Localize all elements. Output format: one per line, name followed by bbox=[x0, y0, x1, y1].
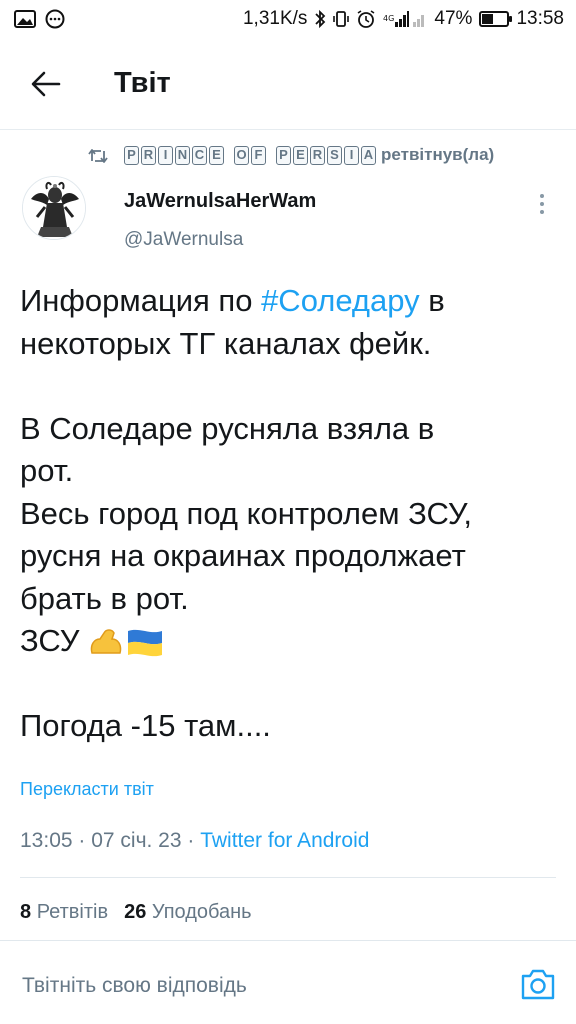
network-speed: 1,31K/s bbox=[242, 8, 308, 29]
app-bar: Твіт bbox=[0, 38, 576, 130]
retweeter-name[interactable]: PRINCEOFPERSIA bbox=[124, 145, 376, 165]
tweet-line: Информация по #Соледару в bbox=[20, 283, 445, 318]
retweeter-name-letter: O bbox=[234, 145, 249, 165]
tweet-line: брать в рот. bbox=[20, 580, 189, 616]
tweet-line: некоторых ТГ каналах фейк. bbox=[20, 325, 432, 361]
dot bbox=[540, 194, 544, 198]
more-options-button[interactable] bbox=[532, 190, 552, 218]
retweeter-name-letter: R bbox=[141, 145, 156, 165]
chat-icon bbox=[44, 9, 66, 29]
retweeter-name-letter: E bbox=[293, 145, 308, 165]
tweet-stats: 8 Ретвітів 26 Уподобань bbox=[20, 901, 252, 924]
clock: 13:58 bbox=[516, 8, 564, 29]
status-bar: 1,31K/s 4G 47% 13:58 bbox=[0, 0, 576, 38]
baphomet-avatar-image bbox=[23, 177, 85, 239]
tweet-line: рот. bbox=[20, 453, 74, 488]
retweeter-name-letter: S bbox=[327, 145, 342, 165]
vibrate-icon bbox=[333, 9, 350, 29]
tweet-line: В Соледаре русняла взяла в bbox=[20, 410, 435, 446]
flexed-biceps-ukraine-flag-emoji bbox=[88, 625, 164, 661]
dot bbox=[540, 202, 544, 206]
tweet-line: ЗСУ bbox=[20, 620, 560, 663]
retweeter-name-space bbox=[226, 146, 232, 165]
battery-percent: 47% bbox=[434, 8, 473, 29]
network-type: 4G bbox=[383, 14, 394, 23]
retweet-suffix: ретвітнув(ла) bbox=[381, 145, 495, 164]
retweeter-name-letter: A bbox=[361, 145, 376, 165]
retweeter-name-letter: I bbox=[158, 145, 173, 165]
retweeter-name-letter: R bbox=[310, 145, 325, 165]
dot bbox=[540, 210, 544, 214]
gallery-icon bbox=[14, 10, 36, 28]
reply-bar: Твітніть свою відповідь bbox=[0, 940, 576, 1024]
signal-icon: 4G bbox=[383, 9, 427, 29]
tweet-line: Весь город под контролем ЗСУ, bbox=[20, 495, 473, 531]
tweet-text: Информация по #Соледару в некоторых ТГ к… bbox=[20, 280, 560, 748]
camera-button[interactable] bbox=[520, 967, 556, 1001]
retweeter-name-letter: E bbox=[209, 145, 224, 165]
reply-input[interactable]: Твітніть свою відповідь bbox=[22, 974, 247, 998]
retweeter-name-letter: C bbox=[192, 145, 207, 165]
retweeter-name-letter: I bbox=[344, 145, 359, 165]
translate-tweet-link[interactable]: Перекласти твіт bbox=[20, 779, 154, 800]
tweet-line: Погода -15 там.... bbox=[20, 708, 271, 743]
tweet-timestamp: 13:05 · 07 січ. 23 · bbox=[20, 829, 201, 852]
page-title: Твіт bbox=[114, 67, 171, 99]
retweets-stat[interactable]: 8 Ретвітів bbox=[20, 901, 108, 924]
retweeter-name-space bbox=[268, 146, 274, 165]
tweet-meta: 13:05 · 07 січ. 23 · Twitter for Android bbox=[20, 829, 369, 853]
tweet-line: русня на окраинах продолжает bbox=[20, 538, 466, 573]
back-button[interactable] bbox=[26, 64, 66, 104]
avatar[interactable] bbox=[22, 176, 86, 240]
alarm-icon bbox=[356, 9, 376, 29]
author-name[interactable]: JaWernulsaHerWam bbox=[124, 190, 316, 213]
retweet-context: PRINCEOFPERSIA ретвітнув(ла) bbox=[0, 143, 576, 171]
retweeter-name-letter: P bbox=[124, 145, 139, 165]
divider bbox=[20, 877, 556, 878]
author-handle[interactable]: @JaWernulsa bbox=[124, 229, 243, 251]
retweeter-name-letter: N bbox=[175, 145, 190, 165]
retweet-icon bbox=[88, 147, 108, 170]
tweet-source-link[interactable]: Twitter for Android bbox=[200, 829, 369, 852]
battery-icon bbox=[479, 11, 513, 27]
camera-icon bbox=[521, 969, 555, 1000]
bluetooth-icon bbox=[314, 9, 326, 29]
arrow-left-icon bbox=[31, 71, 61, 96]
battery-level bbox=[482, 14, 493, 24]
status-bar-left bbox=[14, 9, 66, 29]
retweeter-name-letter: P bbox=[276, 145, 291, 165]
likes-stat[interactable]: 26 Уподобань bbox=[124, 901, 252, 924]
retweeter-name-letter: F bbox=[251, 145, 266, 165]
status-bar-right: 1,31K/s 4G 47% 13:58 bbox=[243, 8, 564, 30]
hashtag-link[interactable]: #Соледару bbox=[261, 283, 420, 318]
